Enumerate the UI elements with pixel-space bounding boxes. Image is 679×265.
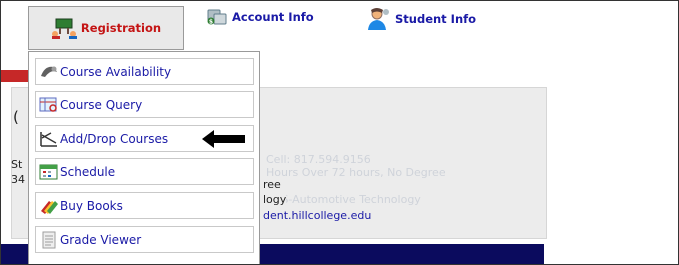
panel-paren: (	[13, 108, 19, 126]
tab-registration-label: Registration	[80, 21, 162, 35]
course-query-icon	[38, 94, 60, 116]
tab-account-info[interactable]: $ Account Info	[206, 7, 314, 27]
course-availability-icon	[38, 61, 60, 83]
program-text: AAS-Automotive Technology	[266, 193, 421, 206]
grade-viewer-icon	[38, 229, 60, 251]
menu-item-label: Buy Books	[60, 198, 123, 213]
email-link[interactable]: dent.hillcollege.edu	[263, 209, 371, 222]
pointer-arrow-icon	[202, 130, 245, 148]
tab-registration[interactable]: Registration	[28, 6, 184, 50]
tab-student-info[interactable]: Student Info	[367, 7, 476, 31]
schedule-icon	[38, 161, 60, 183]
menu-item-buy-books[interactable]: Buy Books	[35, 192, 254, 219]
menu-item-grade-viewer[interactable]: Grade Viewer	[35, 226, 254, 253]
account-info-icon: $	[206, 7, 228, 27]
menu-item-course-availability[interactable]: Course Availability	[35, 58, 254, 85]
menu-item-label: Course Query	[60, 97, 143, 112]
registration-dropdown-menu: Course Availability Course Query Add/Dro…	[28, 51, 260, 264]
hours-text: Hours Over 72 hours, No Degree	[266, 166, 446, 179]
menu-item-label: Grade Viewer	[60, 232, 142, 247]
student-info-icon	[367, 7, 391, 31]
hours-text-tail: ree	[263, 178, 281, 191]
tab-student-info-label: Student Info	[395, 12, 477, 26]
tab-account-info-label: Account Info	[232, 10, 314, 24]
menu-item-label: Add/Drop Courses	[60, 131, 169, 146]
tab-bar: Registration $ Account Info Student Info	[1, 1, 678, 56]
registration-icon	[51, 17, 77, 39]
svg-text:$: $	[209, 19, 213, 26]
menu-item-label: Schedule	[60, 164, 116, 179]
program-text-tail: logy	[263, 193, 287, 206]
menu-item-label: Course Availability	[60, 64, 172, 79]
menu-item-schedule[interactable]: Schedule	[35, 158, 254, 185]
panel-st-text: St	[11, 158, 23, 171]
add-drop-courses-icon	[38, 128, 60, 150]
app-frame: Registration $ Account Info Student Info…	[0, 0, 679, 265]
menu-item-course-query[interactable]: Course Query	[35, 91, 254, 118]
buy-books-icon	[38, 195, 60, 217]
panel-num-text: 34	[11, 173, 25, 186]
cell-phone-text: Cell: 817.594.9156	[266, 153, 371, 166]
